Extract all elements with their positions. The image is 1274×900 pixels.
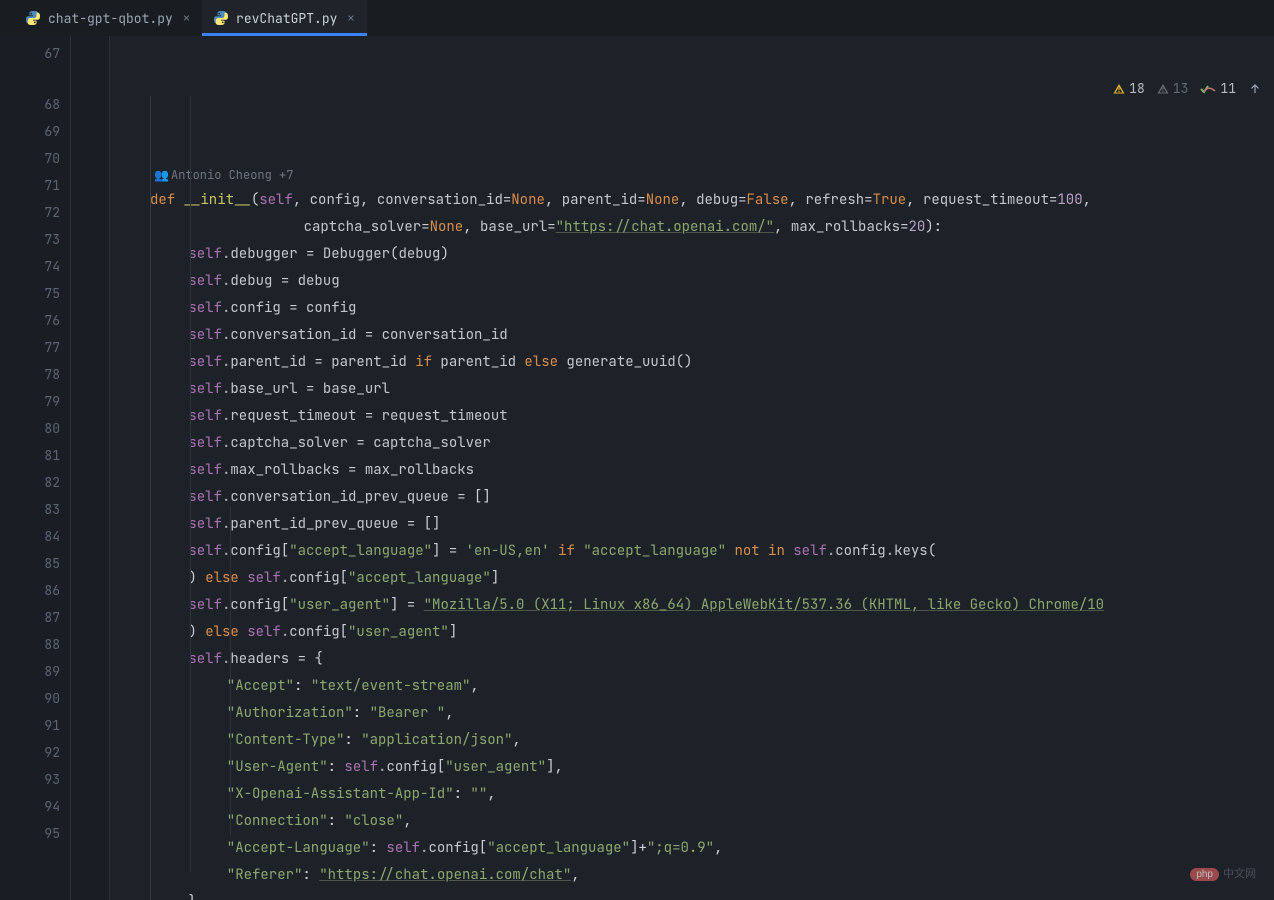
code-line[interactable]: "Authorization": "Bearer ", [110,700,1274,727]
line-number: 94 [0,793,60,820]
line-number: 90 [0,685,60,712]
line-number: 89 [0,658,60,685]
vcs-author-annotation[interactable]: 👥Antonio Cheong +7 [110,157,1274,187]
code-line[interactable]: captcha_solver=None, base_url="https://c… [110,214,1274,241]
code-line[interactable]: ) else self.config["accept_language"] [110,565,1274,592]
close-icon[interactable]: ✕ [347,10,354,26]
line-number: 80 [0,415,60,442]
line-number: 95 [0,820,60,847]
editor: 6768697071727374757677787980818283848586… [0,36,1274,900]
line-number: 77 [0,334,60,361]
line-number: 75 [0,280,60,307]
line-number: 76 [0,307,60,334]
code-line[interactable]: self.conversation_id = conversation_id [110,322,1274,349]
code-line[interactable]: self.headers = { [110,646,1274,673]
code-line[interactable]: "User-Agent": self.config["user_agent"], [110,754,1274,781]
python-file-icon [26,11,40,25]
code-line[interactable]: self.conversation_id_prev_queue = [] [110,484,1274,511]
line-number: 78 [0,361,60,388]
inspection-status[interactable]: 18 13 11 [1113,80,1262,97]
code-line[interactable]: self.parent_id_prev_queue = [] [110,511,1274,538]
people-icon: 👥 [154,163,168,187]
code-line[interactable]: } [110,889,1274,900]
code-line[interactable]: "Connection": "close", [110,808,1274,835]
tab-label: chat-gpt-qbot.py [48,10,173,27]
line-number: 87 [0,604,60,631]
line-number: 71 [0,172,60,199]
warning-icon [1157,83,1169,95]
code-line[interactable]: self.config = config [110,295,1274,322]
line-number: 85 [0,550,60,577]
arrow-up-icon [1248,82,1262,96]
code-line[interactable]: self.parent_id = parent_id if parent_id … [110,349,1274,376]
warnings-yellow[interactable]: 18 [1113,80,1145,97]
python-file-icon [214,11,228,25]
code-line[interactable]: ) else self.config["user_agent"] [110,619,1274,646]
code-line[interactable]: self.captcha_solver = captcha_solver [110,430,1274,457]
code-line[interactable]: "X-Openai-Assistant-App-Id": "", [110,781,1274,808]
code-line[interactable]: self.config["accept_language"] = 'en-US,… [110,538,1274,565]
line-number: 67 [0,40,60,91]
tab-label: revChatGPT.py [236,10,337,27]
line-number: 74 [0,253,60,280]
folding-rail[interactable] [70,36,110,900]
line-number: 82 [0,469,60,496]
warning-icon [1113,83,1125,95]
line-number: 69 [0,118,60,145]
typos[interactable]: 11 [1200,80,1236,97]
code-line[interactable]: def __init__(self, config, conversation_… [110,187,1274,214]
line-number: 84 [0,523,60,550]
code-line[interactable]: self.debug = debug [110,268,1274,295]
line-number: 81 [0,442,60,469]
line-number: 79 [0,388,60,415]
code-line[interactable]: self.base_url = base_url [110,376,1274,403]
tab-bar: chat-gpt-qbot.py ✕ revChatGPT.py ✕ [0,0,1274,37]
scroll-to-top[interactable] [1248,82,1262,96]
line-number: 70 [0,145,60,172]
code-line[interactable]: self.max_rollbacks = max_rollbacks [110,457,1274,484]
line-number: 83 [0,496,60,523]
watermark: php中文网 [1190,864,1256,882]
line-number: 86 [0,577,60,604]
code-line[interactable]: self.debugger = Debugger(debug) [110,241,1274,268]
line-number: 93 [0,766,60,793]
line-number: 92 [0,739,60,766]
tab-chat-gpt-qbot[interactable]: chat-gpt-qbot.py ✕ [14,0,202,36]
tab-revchatgpt[interactable]: revChatGPT.py ✕ [202,0,367,36]
check-icon [1200,83,1216,95]
warnings-gray[interactable]: 13 [1157,80,1189,97]
code-line[interactable]: self.request_timeout = request_timeout [110,403,1274,430]
code-line[interactable] [110,130,1274,157]
line-number: 72 [0,199,60,226]
line-gutter: 6768697071727374757677787980818283848586… [0,36,70,900]
code-line[interactable]: "Accept": "text/event-stream", [110,673,1274,700]
line-number: 91 [0,712,60,739]
code-line[interactable]: "Referer": "https://chat.openai.com/chat… [110,862,1274,889]
close-icon[interactable]: ✕ [183,10,190,26]
line-number: 68 [0,91,60,118]
line-number: 88 [0,631,60,658]
code-line[interactable]: "Accept-Language": self.config["accept_l… [110,835,1274,862]
code-line[interactable]: self.config["user_agent"] = "Mozilla/5.0… [110,592,1274,619]
code-area[interactable]: 👥Antonio Cheong +7def __init__(self, con… [110,36,1274,900]
code-line[interactable]: "Content-Type": "application/json", [110,727,1274,754]
line-number: 73 [0,226,60,253]
